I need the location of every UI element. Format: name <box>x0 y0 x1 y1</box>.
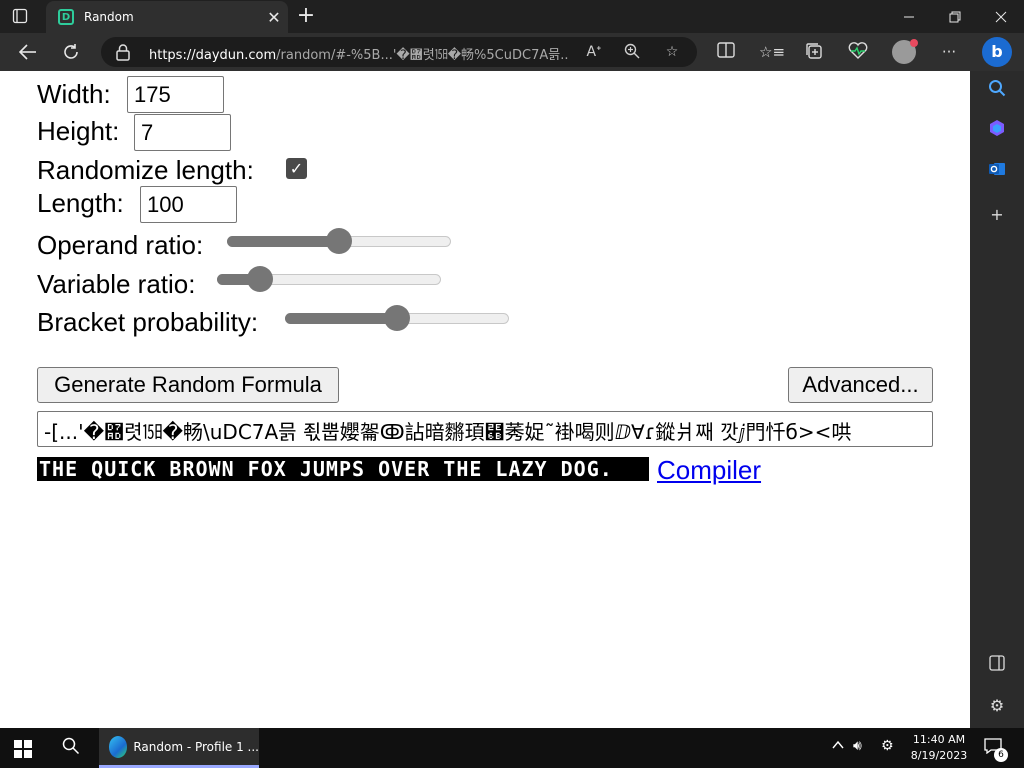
height-label: Height: <box>37 116 120 146</box>
copilot-icon[interactable] <box>985 119 1009 143</box>
height-input[interactable] <box>134 114 231 151</box>
width-label: Width: <box>37 79 111 109</box>
volume-icon[interactable]: 🔊︎ <box>853 738 862 754</box>
slider-thumb[interactable] <box>246 266 273 292</box>
edge-icon <box>109 735 128 758</box>
width-input[interactable] <box>127 76 224 113</box>
taskbar-search-icon[interactable] <box>58 737 84 759</box>
variable-ratio-label: Variable ratio: <box>37 269 196 299</box>
close-icon[interactable]: ✕ <box>260 8 288 27</box>
settings-icon[interactable]: ⚙ <box>985 694 1009 718</box>
window-close-icon[interactable] <box>978 0 1024 33</box>
restore-icon[interactable] <box>932 0 978 33</box>
chevron-up-icon[interactable] <box>831 738 845 756</box>
bracket-probability-label: Bracket probability: <box>37 307 259 337</box>
sidebar-toggle-icon[interactable] <box>985 654 1009 678</box>
search-icon[interactable] <box>985 79 1009 103</box>
windows-start-icon[interactable] <box>14 740 32 758</box>
collections-icon[interactable] <box>803 42 825 62</box>
outlook-icon[interactable] <box>985 160 1009 184</box>
performance-icon[interactable] <box>847 42 869 62</box>
address-bar[interactable]: https://daydun.com/random/#-%5B...'�힭렷㏮�… <box>101 37 697 67</box>
new-tab-icon[interactable]: + <box>293 4 319 30</box>
notification-count: 6 <box>994 748 1008 762</box>
length-label: Length: <box>37 188 124 218</box>
taskbar-clock[interactable]: 11:40 AM 8/19/2023 <box>905 732 973 764</box>
operand-ratio-slider[interactable] <box>227 228 451 254</box>
more-icon[interactable]: ··· <box>938 42 960 62</box>
read-aloud-icon[interactable]: Aᐩ <box>585 43 603 61</box>
gear-icon[interactable]: ⚙ <box>881 738 894 754</box>
favorite-icon[interactable]: ☆ <box>663 43 681 61</box>
lock-icon[interactable] <box>115 43 133 61</box>
clock-time: 11:40 AM <box>912 733 966 746</box>
taskbar-edge-app[interactable]: Random - Profile 1 ... <box>99 728 259 768</box>
url-path: /random/#-%5B...'�힭렷㏮�畅%5CuDC7A믉... <box>276 48 569 63</box>
page-content: Width: Height: Randomize length: ✓ Lengt… <box>0 71 970 728</box>
bracket-probability-slider[interactable] <box>285 305 509 331</box>
operand-ratio-label: Operand ratio: <box>37 230 204 260</box>
refresh-icon[interactable] <box>56 38 86 66</box>
taskbar: Random - Profile 1 ... 🔊︎ ⚙ 11:40 AM 8/1… <box>0 728 1024 768</box>
slider-thumb[interactable] <box>384 305 410 331</box>
length-input[interactable] <box>140 186 237 223</box>
randomize-length-label: Randomize length: <box>37 155 254 185</box>
slider-thumb[interactable] <box>326 228 352 254</box>
tab-actions-icon[interactable] <box>10 7 30 25</box>
notification-icon[interactable]: 6 <box>982 738 1008 762</box>
bing-icon[interactable]: b <box>980 33 1014 71</box>
navigation-bar: https://daydun.com/random/#-%5B...'�힭렷㏮�… <box>0 33 1024 71</box>
compiler-link[interactable]: Compiler <box>657 455 761 486</box>
url-text[interactable]: https://daydun.com/random/#-%5B...'�힭렷㏮�… <box>149 44 569 63</box>
profile-icon[interactable] <box>892 39 918 64</box>
browser-tab[interactable]: D Random ✕ <box>46 1 288 33</box>
title-bar: D Random ✕ + <box>0 0 1024 33</box>
minimize-icon[interactable] <box>886 0 932 33</box>
favicon-icon: D <box>58 9 74 25</box>
advanced-button[interactable]: Advanced... <box>788 367 933 403</box>
back-icon[interactable] <box>13 38 43 66</box>
clock-date: 8/19/2023 <box>910 749 968 762</box>
zoom-icon[interactable] <box>623 43 641 61</box>
favorites-icon[interactable]: ☆≡ <box>759 42 785 62</box>
tab-title: Random <box>84 10 134 24</box>
add-icon[interactable]: + <box>985 203 1009 227</box>
formula-output-field[interactable]: -[...'�힭렷㏮�畅\uDC7A믉 죇뿝孆嗧ↂ詀暗䵁頊⹫莠娖˜褂喝则ⅅ∀ɾ鏦… <box>37 411 933 447</box>
split-screen-icon[interactable] <box>715 42 737 62</box>
variable-ratio-slider[interactable] <box>217 266 441 292</box>
randomize-length-checkbox[interactable]: ✓ <box>286 158 307 179</box>
url-host: https://daydun.com <box>149 48 277 63</box>
slider-fill <box>227 236 339 247</box>
generate-random-formula-button[interactable]: Generate Random Formula <box>37 367 339 403</box>
taskbar-app-label: Random - Profile 1 ... <box>133 739 259 754</box>
pixel-font-banner: THE QUICK BROWN FOX JUMPS OVER THE LAZY … <box>37 457 649 481</box>
slider-fill <box>285 313 397 324</box>
